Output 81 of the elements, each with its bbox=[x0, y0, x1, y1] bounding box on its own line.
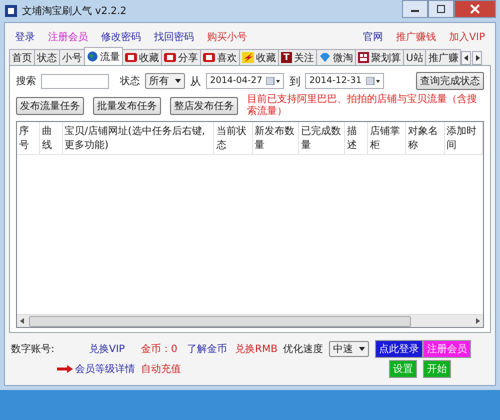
menu-link[interactable]: 购买小号 bbox=[207, 30, 247, 44]
menu-link[interactable]: 找回密码 bbox=[154, 30, 194, 44]
tab[interactable]: 状态 bbox=[34, 49, 60, 65]
menu-link[interactable]: 加入VIP bbox=[449, 30, 485, 44]
tab[interactable]: 聚划算 bbox=[355, 49, 404, 65]
tab[interactable]: 小号 bbox=[59, 49, 85, 65]
column-header[interactable]: 已完成数量 bbox=[298, 122, 345, 154]
tab[interactable]: 收藏 bbox=[122, 49, 162, 65]
column-header[interactable]: 宝贝/店铺网址(选中任务后右键,更多功能) bbox=[62, 122, 214, 154]
speed-dropdown[interactable]: 中速 bbox=[329, 341, 369, 357]
account-label: 数字账号: bbox=[11, 342, 56, 356]
flash-icon bbox=[242, 52, 254, 63]
login-button[interactable]: 点此登录 bbox=[375, 340, 423, 358]
globe-icon bbox=[87, 51, 98, 62]
right-arrow-icon bbox=[474, 55, 480, 61]
exchange-vip-link[interactable]: 兑换VIP bbox=[89, 342, 141, 356]
action-button[interactable]: 批量发布任务 bbox=[93, 96, 161, 114]
action-button[interactable]: 整店发布任务 bbox=[170, 96, 238, 114]
from-label: 从 bbox=[190, 74, 201, 88]
caret-icon bbox=[175, 79, 181, 83]
right-arrow-icon[interactable] bbox=[475, 318, 480, 324]
column-header[interactable]: 当前状态 bbox=[214, 122, 252, 154]
calendar-icon[interactable] bbox=[266, 77, 280, 85]
badge-icon bbox=[203, 52, 215, 63]
to-label: 到 bbox=[289, 74, 300, 88]
t-icon: T bbox=[281, 52, 292, 63]
notice-text: 目前已支持阿里巴巴、拍拍的店铺与宝贝流量（含搜索流量） bbox=[247, 94, 478, 117]
caret-icon bbox=[359, 347, 365, 351]
column-header[interactable]: 曲线 bbox=[39, 122, 62, 154]
arrow-icon bbox=[57, 365, 73, 373]
status-dropdown[interactable]: 所有 bbox=[145, 73, 185, 89]
tab[interactable]: 首页 bbox=[9, 49, 35, 65]
calendar-icon[interactable] bbox=[366, 77, 380, 85]
search-field[interactable] bbox=[41, 74, 109, 88]
column-header[interactable]: 序号 bbox=[17, 122, 40, 154]
coins-text: 金币：0 bbox=[141, 342, 178, 356]
grid-icon bbox=[358, 52, 369, 63]
scroll-left-button[interactable] bbox=[461, 51, 472, 65]
left-arrow-icon bbox=[464, 55, 469, 61]
column-header[interactable]: 对象名称 bbox=[406, 122, 444, 154]
maximize-icon bbox=[437, 5, 445, 13]
action-button[interactable]: 发布流量任务 bbox=[16, 96, 84, 114]
tab[interactable]: 喜欢 bbox=[200, 49, 240, 65]
window-title: 文埔淘宝刷人气 v2.2.2 bbox=[22, 4, 127, 18]
maximize-button[interactable] bbox=[428, 0, 454, 18]
auto-recharge-link[interactable]: 自动充值 bbox=[141, 362, 187, 376]
date-field[interactable]: 2014-04-27 bbox=[206, 73, 284, 89]
speed-label: 优化速度 bbox=[283, 342, 324, 356]
close-icon bbox=[470, 4, 480, 14]
badge-icon bbox=[125, 52, 137, 63]
tab[interactable]: 分享 bbox=[161, 49, 201, 65]
column-header[interactable]: 店铺掌柜 bbox=[367, 122, 406, 154]
column-header[interactable]: 描述 bbox=[344, 122, 368, 154]
tab[interactable]: 推广赚 bbox=[425, 49, 462, 65]
minimize-button[interactable] bbox=[402, 0, 428, 18]
close-button[interactable] bbox=[454, 0, 496, 18]
menu-link[interactable]: 修改密码 bbox=[101, 30, 141, 44]
member-level-link[interactable]: 会员等级详情 bbox=[75, 362, 135, 376]
horizontal-scrollbar[interactable] bbox=[17, 314, 483, 327]
tab[interactable]: U站 bbox=[403, 49, 426, 65]
app-icon bbox=[4, 4, 18, 18]
diamond-icon bbox=[319, 52, 331, 63]
status-label: 状态 bbox=[120, 74, 140, 88]
learn-coins-link[interactable]: 了解金币 bbox=[187, 342, 235, 356]
tab[interactable]: T 关注 bbox=[278, 49, 317, 65]
tab[interactable]: 流量 bbox=[84, 47, 123, 65]
exchange-rmb-link[interactable]: 兑换RMB bbox=[235, 342, 283, 356]
search-label: 搜索 bbox=[16, 74, 36, 88]
date-field[interactable]: 2014-12-31 bbox=[305, 73, 384, 89]
column-header[interactable]: 添加时间 bbox=[444, 122, 482, 154]
left-arrow-icon[interactable] bbox=[20, 318, 25, 324]
scroll-right-button[interactable] bbox=[472, 51, 482, 65]
menu-link[interactable]: 推广赚钱 bbox=[396, 30, 436, 44]
menu-link[interactable]: 官网 bbox=[363, 30, 384, 44]
tab[interactable]: 微淘 bbox=[316, 49, 356, 65]
column-header[interactable]: 新发布数量 bbox=[252, 122, 298, 154]
query-button[interactable]: 查询完成状态 bbox=[416, 72, 484, 90]
menu-link[interactable]: 注册会员 bbox=[48, 30, 88, 44]
menu-link[interactable]: 登录 bbox=[15, 30, 35, 44]
badge-icon bbox=[164, 52, 176, 63]
tab[interactable]: 收藏 bbox=[239, 49, 279, 65]
